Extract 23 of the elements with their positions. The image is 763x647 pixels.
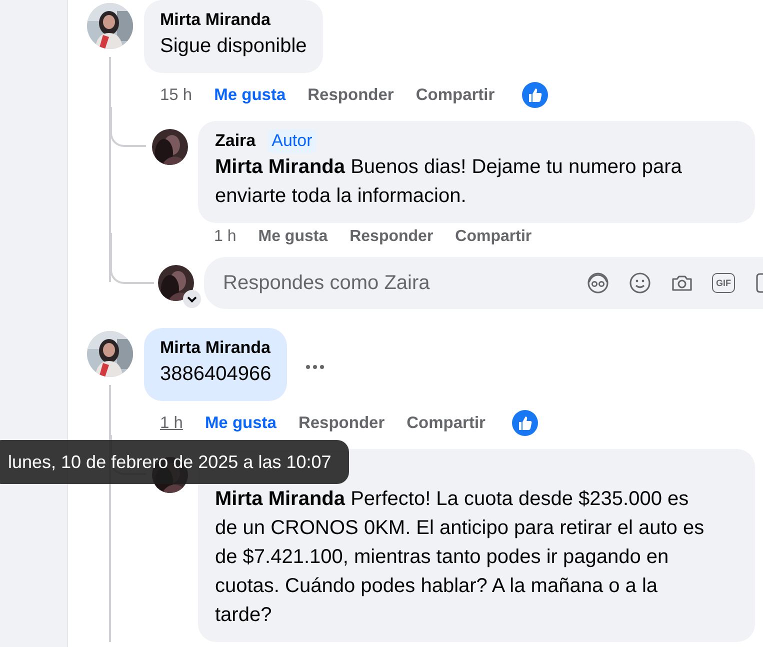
gif-button[interactable]: GIF bbox=[712, 273, 735, 293]
tooltip: lunes, 10 de febrero de 2025 a las 10:07 bbox=[0, 440, 350, 484]
share-link[interactable]: Compartir bbox=[416, 86, 495, 104]
timestamp-link[interactable]: 1 h bbox=[160, 414, 183, 432]
reply-link[interactable]: Responder bbox=[298, 414, 385, 432]
comment-text: 3886404966 bbox=[160, 362, 272, 387]
share-link[interactable]: Compartir bbox=[455, 228, 532, 246]
author-name[interactable]: Mirta Miranda bbox=[160, 336, 272, 360]
author-name[interactable]: Mirta Miranda bbox=[160, 8, 307, 32]
like-link[interactable]: Me gusta bbox=[258, 228, 328, 246]
like-link[interactable]: Me gusta bbox=[204, 414, 276, 432]
reply-link[interactable]: Responder bbox=[350, 228, 434, 246]
reply-input[interactable]: Respondes como Zaira GIF bbox=[204, 257, 763, 309]
share-link[interactable]: Compartir bbox=[406, 414, 486, 432]
author-badge: Autor bbox=[268, 129, 316, 153]
author-name[interactable]: Zaira bbox=[215, 129, 256, 153]
reply-text: Mirta Miranda Perfecto! La cuota desde $235.000 es de un CRONOS 0KM. El anticipo para retirar el auto es de $7.421.100, mientras tanto podes ir pagando en cuotas. Cuándo podes hablar? A la mañana o a la tarde? bbox=[215, 487, 706, 628]
timestamp-link[interactable]: 1 h bbox=[214, 228, 236, 246]
like-link[interactable]: Me gusta bbox=[214, 86, 286, 104]
reply-link[interactable]: Responder bbox=[308, 86, 394, 104]
comment-text: Sigue disponible bbox=[160, 34, 307, 59]
timestamp-link[interactable]: 15 h bbox=[160, 86, 192, 104]
reply-text: Mirta Miranda Buenos dias! Dejame tu numero para enviarte toda la informacion. bbox=[215, 155, 683, 209]
